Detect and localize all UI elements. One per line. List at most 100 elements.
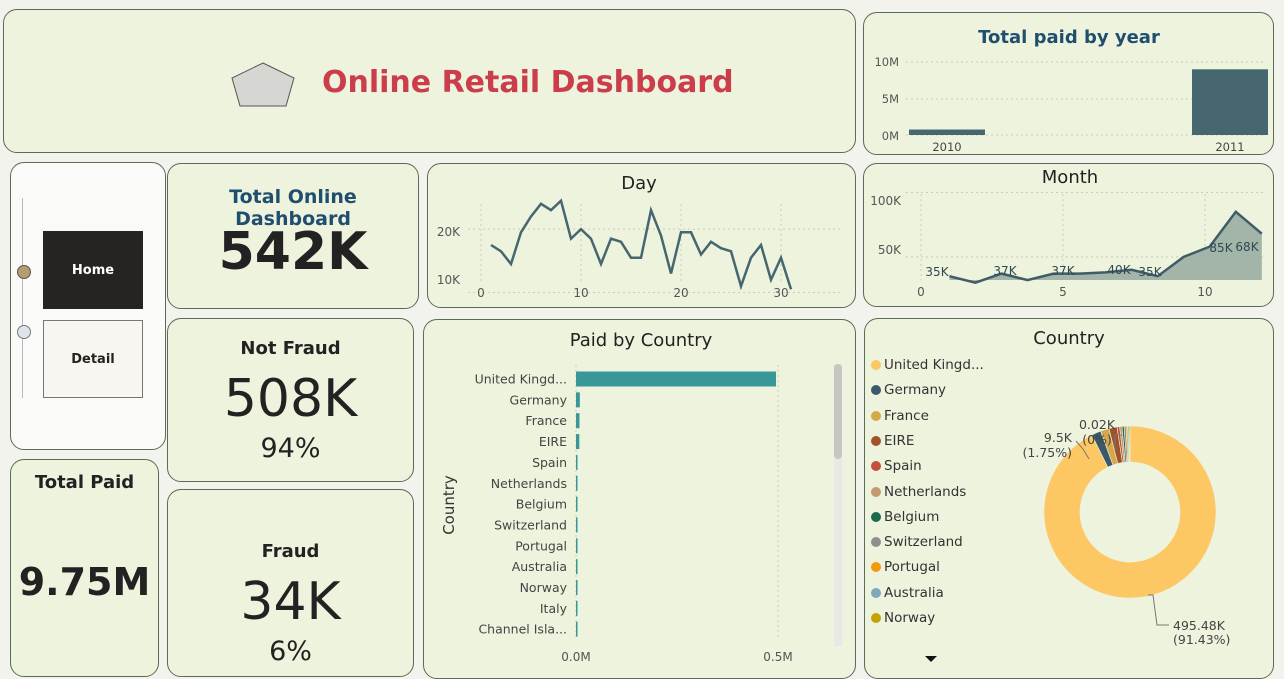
donut-label-small-value: 0.02K (1079, 417, 1116, 432)
country-bar-chart: Paid by Country Country United Kingd... G… (440, 330, 842, 664)
country-bar[interactable] (576, 621, 578, 637)
donut-label-germany-pct: (1.75%) (1023, 445, 1072, 460)
nav-vertical-line (22, 198, 23, 398)
country-bar-label: Norway (520, 580, 568, 595)
fraud-card: Fraud 34K 6% (167, 489, 414, 677)
year-ytick-10m: 10M (874, 55, 899, 69)
day-line-chart: Day 20K 10K 0 10 20 30 (437, 173, 843, 300)
country-bar[interactable] (576, 475, 578, 491)
country-bar[interactable] (576, 496, 578, 512)
day-ytick-10k: 10K (437, 273, 461, 287)
month-xtick-5: 5 (1059, 285, 1067, 299)
legend-scroll-down-icon[interactable] (925, 656, 937, 662)
day-xtick-30: 30 (773, 286, 788, 300)
month-data-label: 37K (1051, 264, 1075, 278)
nav-card: Home Detail (10, 162, 166, 450)
month-data-label: 35K (925, 265, 949, 279)
total-orders-value: 542K (218, 222, 368, 282)
country-donut-card: Country United Kingd... Germany France EIRE… (864, 318, 1274, 679)
country-bar[interactable] (576, 371, 776, 387)
not-fraud-percent: 94% (260, 433, 321, 464)
country-bar[interactable] (576, 559, 578, 575)
day-chart-card: Day 20K 10K 0 10 20 30 (427, 163, 856, 308)
year-xtick-2011: 2011 (1215, 140, 1244, 154)
donut-label-germany-value: 9.5K (1044, 430, 1073, 445)
month-data-label: 35K (1138, 265, 1162, 279)
month-data-label: 37K (993, 264, 1017, 278)
year-ytick-5m: 5M (882, 92, 899, 106)
country-bar-card: Paid by Country Country United Kingd... G… (423, 319, 856, 679)
day-series-line (490, 198, 793, 291)
day-ytick-20k: 20K (437, 225, 461, 239)
home-button[interactable]: Home (43, 231, 143, 309)
country-bar[interactable] (576, 413, 580, 429)
total-paid-value: 9.75M (18, 560, 151, 604)
country-bar-label: Germany (510, 392, 568, 407)
label-large: 495.48K (91.43%) (1148, 594, 1230, 647)
day-xtick-10: 10 (573, 286, 588, 300)
country-bar[interactable] (576, 538, 578, 554)
year-chart-card: Total paid by year 10M 5M 0M 2010 2011 (863, 12, 1274, 155)
total-orders-card: Total Online Dashboard 542K (167, 163, 419, 309)
month-data-label: 85K (1209, 241, 1233, 255)
country-bar-label: Australia (512, 559, 567, 574)
country-bar-label: Switzerland (494, 517, 567, 532)
country-bar-label: EIRE (539, 434, 567, 449)
year-ytick-0m: 0M (882, 129, 899, 143)
year-bar-2010[interactable] (909, 129, 985, 135)
country-bar[interactable] (576, 454, 578, 470)
country-bar-ylabel: Country (440, 475, 458, 535)
donut-label-uk-value: 495.48K (1173, 618, 1226, 633)
year-bar-chart: Total paid by year 10M 5M 0M 2010 2011 (874, 27, 1268, 154)
country-donut-title: Country (1033, 328, 1105, 349)
fraud-value: 34K (240, 572, 341, 632)
not-fraud-label: Not Fraud (240, 338, 341, 359)
donut-label-small-pct: (0%) (1082, 432, 1112, 447)
month-data-label: 40K (1107, 263, 1131, 277)
not-fraud-card: Not Fraud 508K 94% (167, 318, 414, 482)
country-bar-label: France (525, 413, 567, 428)
detail-button[interactable]: Detail (43, 320, 143, 398)
donut-label-uk-pct: (91.43%) (1173, 632, 1230, 647)
month-ytick-100k: 100K (870, 194, 902, 208)
header-card: Online Retail Dashboard (3, 9, 856, 153)
year-bar-2011[interactable] (1192, 69, 1268, 135)
fraud-percent: 6% (269, 636, 312, 667)
day-chart-title: Day (621, 173, 657, 194)
country-bar-label: Portugal (515, 538, 567, 553)
month-chart-card: Month 100K 50K 0 5 10 35K 37K 37K 40K 35K 85K… (863, 163, 1274, 307)
total-paid-card: Total Paid 9.75M (10, 459, 159, 677)
detail-radio-icon[interactable] (17, 325, 31, 339)
country-bar[interactable] (576, 580, 578, 595)
country-bar-label: Italy (540, 601, 568, 616)
day-xtick-0: 0 (477, 286, 485, 300)
total-paid-label: Total Paid (34, 472, 135, 493)
country-donut-chart: 495.48K (91.43%) 9.5K (1.75%) 0.02K (0%) (1023, 417, 1231, 647)
country-bar[interactable] (576, 392, 580, 408)
country-xtick-0: 0.0M (561, 650, 590, 664)
pentagon-logo-icon (231, 62, 295, 107)
country-bar-scrollbar-thumb[interactable] (834, 364, 842, 459)
day-xtick-20: 20 (673, 286, 688, 300)
country-bar-label: Belgium (516, 497, 567, 512)
page-title: Online Retail Dashboard (322, 65, 734, 100)
country-bar-label: Spain (532, 455, 567, 470)
donut-slice[interactable] (1128, 425, 1131, 463)
month-area-chart: Month 100K 50K 0 5 10 35K 37K 37K 40K 35K 85K… (870, 167, 1266, 299)
not-fraud-value: 508K (223, 369, 358, 429)
home-radio-icon[interactable] (17, 265, 31, 279)
country-bar-title: Paid by Country (570, 330, 713, 351)
year-xtick-2010: 2010 (932, 140, 961, 154)
country-xtick-05: 0.5M (763, 650, 792, 664)
month-chart-title: Month (1042, 167, 1098, 188)
country-bar-label: Channel Isla... (478, 622, 567, 637)
country-bar[interactable] (576, 434, 580, 450)
country-bar[interactable] (576, 517, 578, 533)
country-bar-label: United Kingd... (475, 372, 567, 387)
month-data-label: 68K (1235, 240, 1259, 254)
month-xtick-10: 10 (1197, 285, 1212, 299)
fraud-label: Fraud (261, 541, 320, 562)
country-bar[interactable] (576, 600, 578, 616)
month-ytick-50k: 50K (878, 243, 902, 257)
country-bar-label: Netherlands (491, 476, 567, 491)
